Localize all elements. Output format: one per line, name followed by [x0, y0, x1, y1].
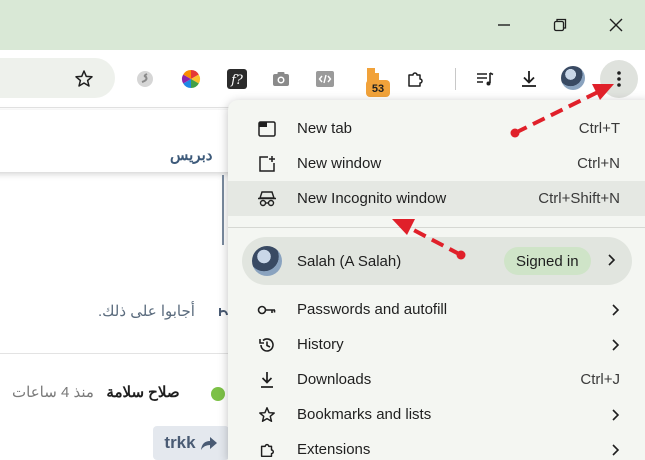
- annotation-arrow-to-incognito: [392, 219, 466, 260]
- annotation-arrows: [392, 84, 614, 260]
- annotation-arrow-to-menu: [510, 84, 614, 138]
